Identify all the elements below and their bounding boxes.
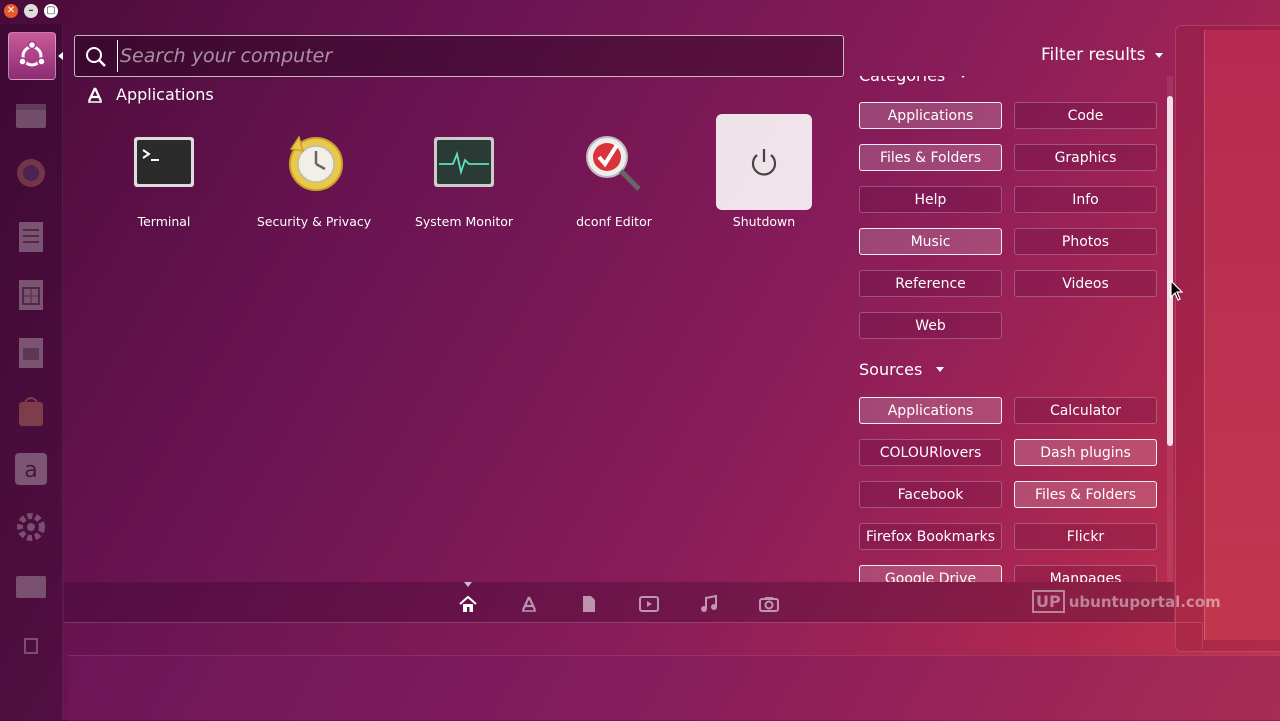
- dropdown-arrow-icon: [1155, 52, 1164, 58]
- app-label: System Monitor: [414, 214, 514, 229]
- app-security-privacy[interactable]: Security & Privacy: [244, 114, 384, 229]
- category-info[interactable]: Info: [1014, 186, 1157, 213]
- filter-results-label: Filter results: [1041, 45, 1146, 65]
- svg-text:a: a: [24, 458, 37, 483]
- maximize-button[interactable]: ▢: [44, 4, 58, 18]
- app-label: Security & Privacy: [256, 214, 372, 229]
- close-button[interactable]: ✕: [4, 4, 18, 18]
- app-dconf-editor[interactable]: dconf Editor: [544, 114, 684, 229]
- desktop-background: [1204, 30, 1280, 640]
- source-facebook[interactable]: Facebook: [859, 481, 1002, 508]
- app-terminal[interactable]: Terminal: [94, 114, 234, 229]
- source-dash-plugins[interactable]: Dash plugins: [1014, 439, 1157, 466]
- search-bar: [74, 35, 844, 77]
- dash-home-button[interactable]: [8, 32, 56, 80]
- workspace-switcher-launcher-icon[interactable]: [8, 564, 54, 610]
- applications-icon[interactable]: [519, 594, 539, 614]
- impress-launcher-icon[interactable]: [8, 330, 54, 376]
- shutdown-app-icon: [716, 114, 812, 210]
- trash-launcher-icon[interactable]: [8, 622, 54, 668]
- app-label: Terminal: [137, 214, 191, 229]
- home-icon[interactable]: [458, 594, 478, 614]
- launcher: a: [0, 24, 63, 720]
- category-music[interactable]: Music: [859, 228, 1002, 255]
- category-photos[interactable]: Photos: [1014, 228, 1157, 255]
- watermark-text: ubuntuportal.com: [1068, 592, 1221, 611]
- source-files-folders[interactable]: Files & Folders: [1014, 481, 1157, 508]
- category-code[interactable]: Code: [1014, 102, 1157, 129]
- source-colourlovers[interactable]: COLOURlovers: [859, 439, 1002, 466]
- category-graphics[interactable]: Graphics: [1014, 144, 1157, 171]
- minimize-button[interactable]: –: [24, 4, 38, 18]
- ubuntu-logo-icon: [18, 40, 46, 67]
- watermark: UP ubuntuportal.com: [1032, 590, 1221, 613]
- photo-icon[interactable]: [759, 594, 779, 614]
- files-launcher-icon[interactable]: [8, 92, 54, 138]
- music-icon[interactable]: [699, 594, 719, 614]
- software-center-launcher-icon[interactable]: [8, 388, 54, 434]
- video-icon[interactable]: [639, 594, 659, 614]
- category-web[interactable]: Web: [859, 312, 1002, 339]
- app-shutdown[interactable]: Shutdown: [694, 114, 834, 229]
- security-privacy-app-icon: [266, 114, 362, 210]
- applications-section-icon: [88, 87, 102, 103]
- terminal-app-icon: [116, 114, 212, 210]
- mouse-cursor-icon: [1170, 280, 1184, 301]
- desktop-bottom-area: [68, 655, 1280, 721]
- lens-bar: [64, 582, 1174, 622]
- category-applications[interactable]: Applications: [859, 102, 1002, 129]
- system-settings-launcher-icon[interactable]: [8, 504, 54, 550]
- section-header-applications: Applications: [86, 85, 214, 104]
- system-monitor-app-icon: [416, 114, 512, 210]
- app-system-monitor[interactable]: System Monitor: [394, 114, 534, 229]
- section-title: Applications: [116, 85, 214, 104]
- watermark-logo: UP: [1032, 590, 1065, 613]
- active-launcher-indicator: [58, 52, 63, 60]
- dropdown-arrow-icon: [936, 367, 945, 372]
- scrollbar-thumb[interactable]: [1167, 96, 1173, 446]
- dropdown-arrow-icon: [959, 76, 968, 78]
- category-help[interactable]: Help: [859, 186, 1002, 213]
- sources-header[interactable]: Sources: [859, 360, 945, 379]
- amazon-launcher-icon[interactable]: a: [8, 446, 54, 492]
- calc-launcher-icon[interactable]: [8, 272, 54, 318]
- source-firefox-bookmarks[interactable]: Firefox Bookmarks: [859, 523, 1002, 550]
- search-icon: [86, 47, 106, 67]
- filter-scrollbar[interactable]: [1167, 76, 1173, 582]
- filter-panel: Categories Applications Code Files & Fol…: [844, 76, 1174, 582]
- firefox-launcher-icon[interactable]: [8, 150, 54, 196]
- source-google-drive[interactable]: Google Drive: [859, 565, 1002, 582]
- files-icon[interactable]: [579, 594, 599, 614]
- category-reference[interactable]: Reference: [859, 270, 1002, 297]
- category-videos[interactable]: Videos: [1014, 270, 1157, 297]
- source-flickr[interactable]: Flickr: [1014, 523, 1157, 550]
- source-applications[interactable]: Applications: [859, 397, 1002, 424]
- dash-border: [64, 622, 1203, 651]
- source-calculator[interactable]: Calculator: [1014, 397, 1157, 424]
- dconf-editor-app-icon: [566, 114, 662, 210]
- app-label: dconf Editor: [576, 214, 652, 229]
- categories-title: Categories: [859, 76, 945, 85]
- search-input[interactable]: [117, 40, 822, 72]
- category-files-folders[interactable]: Files & Folders: [859, 144, 1002, 171]
- sources-title: Sources: [859, 360, 923, 379]
- writer-launcher-icon[interactable]: [8, 214, 54, 260]
- filter-results-toggle[interactable]: Filter results: [1041, 45, 1164, 65]
- categories-header[interactable]: Categories: [859, 76, 968, 85]
- app-label: Shutdown: [732, 214, 796, 229]
- window-controls: ✕ – ▢: [4, 4, 58, 18]
- source-manpages[interactable]: Manpages: [1014, 565, 1157, 582]
